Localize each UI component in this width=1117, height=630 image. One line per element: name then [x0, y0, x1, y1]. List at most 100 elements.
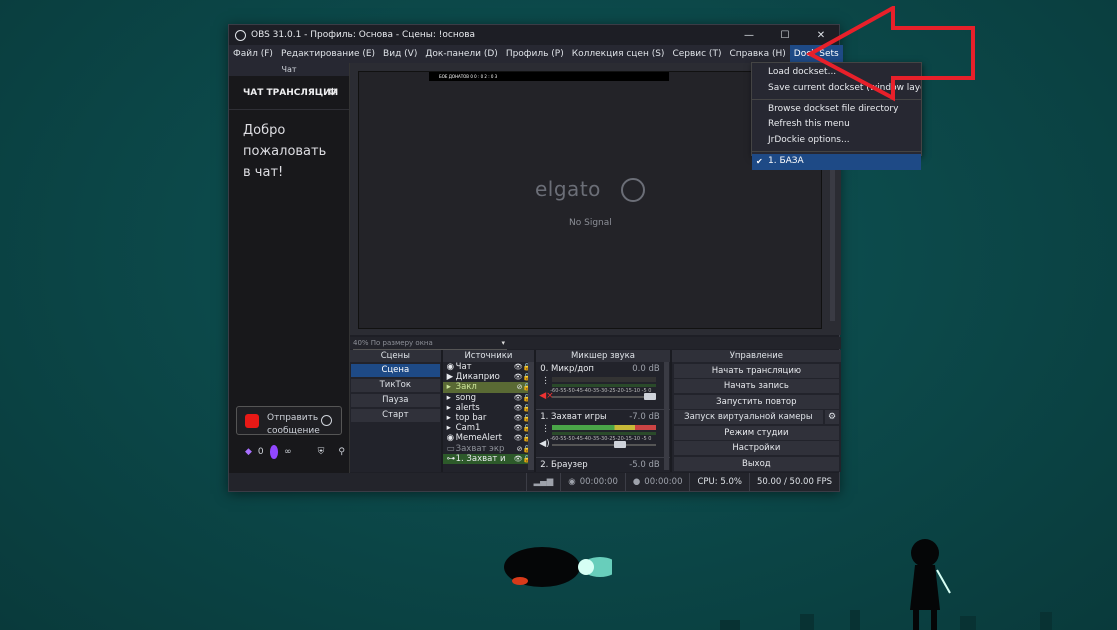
avatar[interactable] — [269, 445, 279, 459]
slider-handle[interactable] — [614, 441, 627, 448]
shield-icon[interactable]: ⛨ — [318, 447, 325, 457]
menu-bar: Файл (F) Редактирование (E) Вид (V) Док-… — [229, 45, 843, 63]
mixer-scrollbar[interactable] — [663, 362, 669, 470]
meter-scale: -60-55-50-45-40-35-30-25-20-15-10 -5 0 — [550, 388, 652, 394]
overlay-strip: БОЕ ДОНАТОВ 0 0 : 0 2 : 0 3 — [429, 72, 669, 81]
scene-item[interactable]: ТикТок — [351, 379, 440, 392]
channel-points-icon[interactable]: ◆ — [245, 447, 252, 457]
source-item[interactable]: ▶ Дикаприо 👁🔒 — [443, 372, 535, 382]
virtual-camera-button[interactable]: Запуск виртуальной камеры — [673, 410, 823, 424]
source-item[interactable]: ▸ top bar 👁🔒 — [443, 413, 535, 423]
menu-view[interactable]: Вид (V) — [379, 49, 421, 59]
menu-help[interactable]: Справка (H) — [725, 49, 789, 59]
users-icon[interactable]: ⚙ — [328, 87, 337, 98]
record-icon: ● — [632, 477, 641, 487]
channel-db: -7.0 dB — [629, 412, 660, 422]
volume-slider[interactable] — [552, 393, 657, 400]
menu-separator — [752, 150, 921, 152]
bottom-docks: Сцены Сцена ТикТок Пауза Старт Источники… — [350, 350, 841, 472]
zoom-select[interactable]: 40% По размеру окна ▾ — [353, 337, 507, 350]
scene-item[interactable]: Сцена — [351, 364, 440, 377]
stream-time: 00:00:00 — [579, 477, 618, 487]
source-label: Закл — [455, 382, 477, 393]
volume-slider[interactable] — [552, 441, 657, 448]
title-bar[interactable]: OBS 31.0.1 - Профиль: Основа - Сцены: !о… — [229, 25, 839, 45]
wallpaper-creature — [504, 547, 612, 587]
chat-dock: Чат ЧАТ ТРАНСЛЯЦИИ ⚙ Добро пожаловать в … — [229, 63, 350, 473]
wallpaper-skyline — [720, 610, 1052, 630]
source-item[interactable]: ◉ MemeAlert 👁🔒 — [443, 433, 535, 443]
settings-button[interactable]: Настройки — [673, 441, 839, 455]
chat-input-placeholder: Отправить сообщение — [267, 413, 320, 436]
chat-dock-header[interactable]: Чат — [229, 63, 349, 76]
menu-profile[interactable]: Профиль (P) — [502, 49, 568, 59]
no-signal-label: No Signal — [569, 218, 612, 228]
sources-header[interactable]: Источники — [442, 350, 535, 362]
menu-scene-collection[interactable]: Коллекция сцен (S) — [568, 49, 669, 59]
kebab-menu-icon[interactable]: ⋮ — [541, 376, 550, 386]
source-item[interactable]: ▸ Закл ⊘🔒 — [442, 382, 535, 393]
volume-meter — [552, 384, 657, 387]
scenes-header[interactable]: Сцены — [350, 350, 441, 362]
scene-item[interactable]: Пауза — [351, 394, 440, 407]
folder-icon: ▸ — [446, 402, 451, 413]
replay-buffer-button[interactable]: Запустить повтор — [673, 394, 839, 409]
source-label: Захват экр — [455, 443, 505, 454]
channel-points-value: 0 — [257, 447, 264, 457]
source-item[interactable]: ▸ song 👁🔒 — [443, 393, 535, 403]
audio-mixer-dock: Микшер звука 0. Микр/доп 0.0 dB ⋮ -60-55… — [536, 350, 670, 472]
camera-icon[interactable] — [245, 414, 259, 428]
source-item[interactable]: ▸ Cam1 👁🔒 — [443, 423, 535, 433]
record-status: ● 00:00:00 — [624, 473, 690, 491]
mixer-header[interactable]: Микшер звука — [536, 350, 670, 362]
source-item[interactable]: ▸ alerts 👁🔒 — [443, 403, 535, 413]
maximize-button[interactable]: ☐ — [767, 30, 803, 41]
start-record-button[interactable]: Начать запись — [673, 379, 839, 393]
volume-meter — [552, 377, 657, 382]
stream-icon: ◉ — [568, 477, 576, 487]
exit-button[interactable]: Выход — [673, 456, 839, 471]
cpu-usage: CPU: 5.0% — [689, 473, 748, 491]
menu-file[interactable]: Файл (F) — [229, 49, 277, 59]
browser-icon: ◉ — [446, 433, 455, 444]
folder-icon: ▸ — [446, 392, 451, 403]
sources-scrollbar[interactable] — [528, 362, 535, 470]
menu-tools[interactable]: Сервис (T) — [668, 49, 725, 59]
folder-icon: ▸ — [446, 412, 451, 423]
start-stream-button[interactable]: Начать трансляцию — [673, 363, 839, 378]
channel-name: 1. Захват игры — [540, 412, 607, 422]
folder-icon: ▸ — [446, 382, 451, 393]
media-icon: ▶ — [446, 372, 454, 383]
menu-item-options[interactable]: JrDockie options... — [752, 133, 921, 149]
chevron-down-icon: ▾ — [501, 339, 505, 347]
gear-icon[interactable]: ⚙ — [825, 410, 839, 424]
speaker-icon[interactable]: ◀) — [539, 439, 549, 449]
menu-item-refresh[interactable]: Refresh this menu — [752, 117, 921, 133]
source-item[interactable]: ▭Захват экр ⊘🔒 — [443, 444, 535, 454]
emote-icon[interactable] — [321, 415, 332, 426]
scene-item[interactable]: Старт — [351, 409, 440, 422]
menu-item-dockset-baza[interactable]: ✔ 1. БАЗА — [752, 153, 921, 170]
source-item[interactable]: ◉ Чат 👁🔒 — [443, 362, 535, 372]
kebab-menu-icon[interactable]: ⋮ — [541, 424, 550, 434]
zoom-bar: 40% По размеру окна ▾ — [350, 337, 841, 350]
menu-edit[interactable]: Редактирование (E) — [277, 49, 379, 59]
controls-header[interactable]: Управление — [671, 350, 841, 362]
menu-docks[interactable]: Док-панели (D) — [421, 49, 501, 59]
slider-handle[interactable] — [644, 393, 657, 400]
chat-input[interactable]: Отправить сообщение — [236, 406, 342, 436]
studio-mode-button[interactable]: Режим студии — [673, 425, 839, 440]
source-label: MemeAlert — [455, 433, 502, 444]
source-label: song — [455, 392, 477, 403]
volume-meter — [552, 432, 657, 435]
volume-meter — [552, 425, 657, 430]
channel-name: 2. Браузер — [540, 460, 588, 470]
record-time: 00:00:00 — [644, 477, 683, 487]
settings-icon[interactable]: ⚲ — [338, 447, 345, 457]
source-label: Дикаприо — [455, 372, 500, 383]
network-signal-icon: ▂▄▆ — [525, 473, 561, 491]
gamepad-icon: ⊶ — [446, 453, 456, 464]
source-item[interactable]: ⊶1. Захват и 👁🔒 — [442, 453, 535, 464]
monitor-icon: ▭ — [446, 443, 455, 454]
minimize-button[interactable]: — — [731, 30, 767, 41]
